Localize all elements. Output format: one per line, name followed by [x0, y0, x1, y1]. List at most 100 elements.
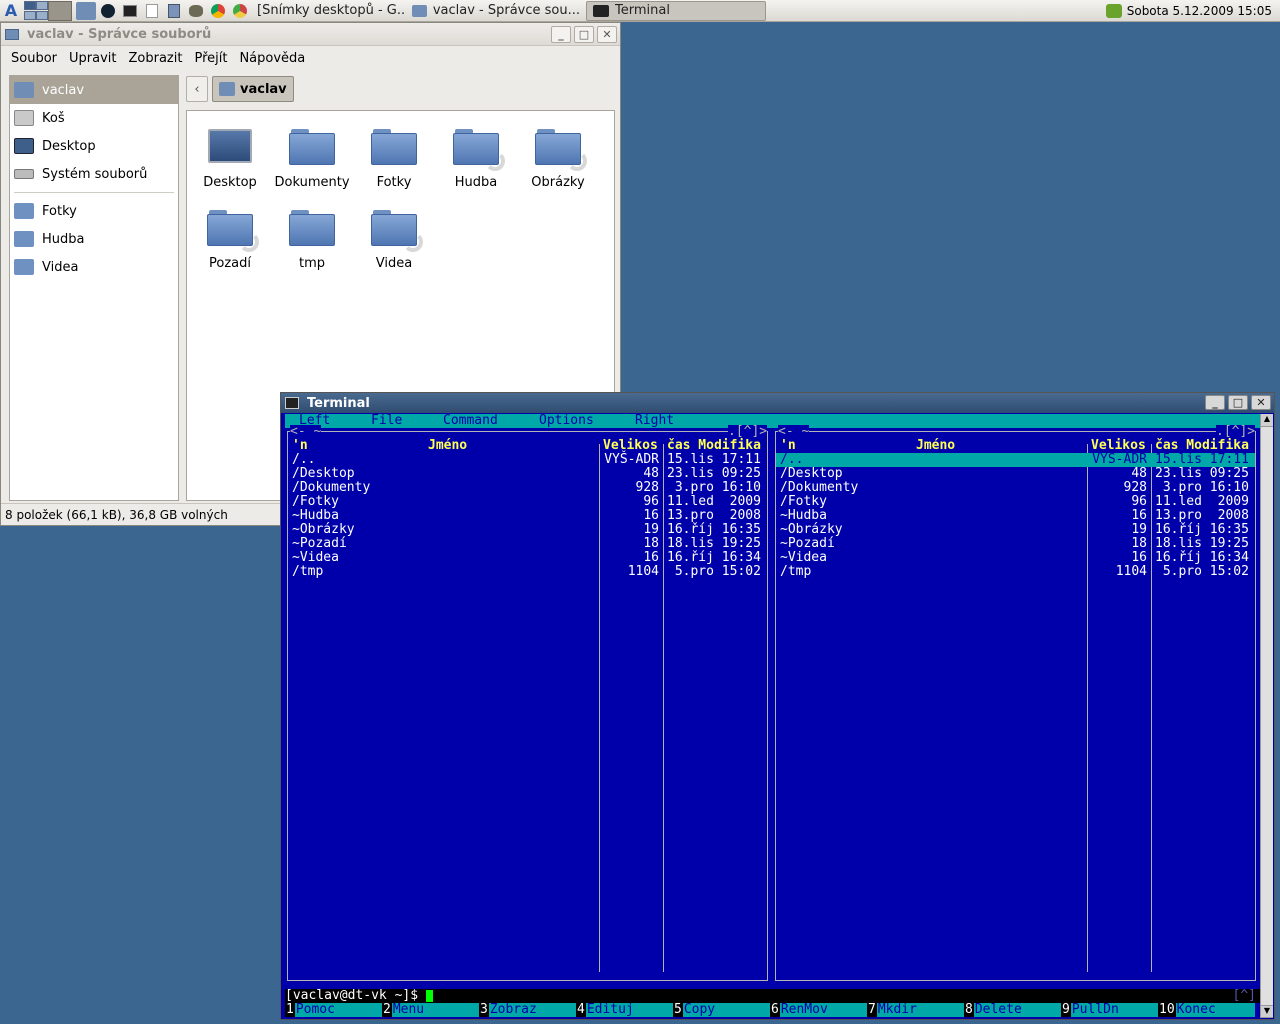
fkey-number: 9 [1061, 1002, 1071, 1017]
file-row[interactable]: /Dokumenty 928 3.pro 16:10 [776, 481, 1255, 495]
file-row[interactable]: /.. VYŠ-ADR 15.lis 17:11 [776, 453, 1255, 467]
file-time: 18.lis 19:25 [667, 536, 761, 551]
launcher-calculator-icon[interactable] [164, 2, 184, 20]
file-row[interactable]: ~Obrázky 19 16.říj 16:35 [776, 523, 1255, 537]
header-name[interactable]: Jméno [428, 439, 467, 453]
scroll-up-arrow[interactable]: ▲ [1261, 414, 1273, 427]
terminal-screen[interactable]: Left File Command Options Right <- ~ .[^… [285, 414, 1260, 1018]
sidebar-item-videa[interactable]: Videa [10, 253, 178, 281]
file-row[interactable]: /Desktop 48 23.lis 09:25 [288, 467, 767, 481]
fkey-2[interactable]: 2 Menu [382, 1003, 479, 1017]
scrollbar[interactable]: ▲ ▼ [1260, 414, 1273, 1018]
launcher-gimp-icon[interactable] [186, 2, 206, 20]
launcher-chrome-icon[interactable] [208, 2, 228, 20]
mc-menu-command[interactable]: Command [443, 414, 539, 428]
fkey-7[interactable]: 7 Mkdir [867, 1003, 964, 1017]
file-item-tmp[interactable]: tmp [271, 210, 353, 271]
task-screenshots[interactable]: [Snímky desktopů - G... [251, 1, 406, 21]
menu-upravit[interactable]: Upravit [69, 51, 116, 66]
menu-soubor[interactable]: Soubor [11, 51, 57, 66]
file-row[interactable]: /Fotky 96 11.led 2009 [776, 495, 1255, 509]
file-size: 16 [643, 508, 659, 523]
sidebar-item-filesystem[interactable]: Systém souborů [10, 160, 178, 188]
file-row[interactable]: /Desktop 48 23.lis 09:25 [776, 467, 1255, 481]
task-terminal[interactable]: Terminal [586, 0, 766, 21]
file-row[interactable]: ~Hudba 16 13.pro 2008 [776, 509, 1255, 523]
sidebar-item-home[interactable]: vaclav [10, 76, 178, 104]
close-button[interactable]: ✕ [1251, 395, 1271, 410]
file-item-desktop[interactable]: Desktop [189, 129, 271, 190]
launcher-browser-icon[interactable] [98, 2, 118, 20]
fkey-6[interactable]: 6 RenMov [770, 1003, 867, 1017]
file-item-pozadi[interactable]: Pozadí [189, 210, 271, 271]
file-row[interactable]: ~Pozadí 18 18.lis 19:25 [776, 537, 1255, 551]
menu-napoveda[interactable]: Nápověda [239, 51, 305, 66]
task-filemanager[interactable]: vaclav - Správce sou... [406, 1, 586, 21]
menu-prejit[interactable]: Přejít [194, 51, 227, 66]
header-time[interactable]: čas Modifika [1155, 439, 1249, 453]
header-name[interactable]: Jméno [916, 439, 955, 453]
file-row[interactable]: /tmp 1104 5.pro 15:02 [288, 565, 767, 579]
file-row[interactable]: ~Videa 16 16.říj 16:34 [776, 551, 1255, 565]
fkey-10[interactable]: 10 Konec [1158, 1003, 1255, 1017]
file-item-obrazky[interactable]: Obrázky [517, 129, 599, 190]
file-row[interactable]: /Dokumenty 928 3.pro 16:10 [288, 481, 767, 495]
window-titlebar[interactable]: vaclav - Správce souborů _ □ ✕ [1, 23, 620, 46]
breadcrumb-home[interactable]: vaclav [212, 76, 294, 102]
mc-menu-options[interactable]: Options [539, 414, 635, 428]
file-row[interactable]: ~Obrázky 19 16.říj 16:35 [288, 523, 767, 537]
workspace-2[interactable] [36, 0, 48, 10]
fkey-9[interactable]: 9 PullDn [1061, 1003, 1158, 1017]
fkey-3[interactable]: 3 Zobraz [479, 1003, 576, 1017]
sidebar-item-hudba[interactable]: Hudba [10, 225, 178, 253]
workspace-1[interactable] [24, 0, 36, 10]
file-item-hudba[interactable]: Hudba [435, 129, 517, 190]
file-row[interactable]: ~Hudba 16 13.pro 2008 [288, 509, 767, 523]
mc-menu-right[interactable]: Right [635, 414, 707, 428]
header-time[interactable]: čas Modifika [667, 439, 761, 453]
scroll-down-arrow[interactable]: ▼ [1261, 1005, 1273, 1018]
workspace-4[interactable] [36, 10, 48, 20]
file-row[interactable]: ~Pozadí 18 18.lis 19:25 [288, 537, 767, 551]
workspace-3[interactable] [24, 10, 36, 20]
workspace-switcher[interactable] [24, 0, 72, 21]
launcher-terminal-icon[interactable] [120, 2, 140, 20]
fkey-5[interactable]: 5 Copy [673, 1003, 770, 1017]
file-row[interactable]: /.. VYŠ-ADR 15.lis 17:11 [288, 453, 767, 467]
file-item-videa[interactable]: Videa [353, 210, 435, 271]
sidebar-item-fotky[interactable]: Fotky [10, 197, 178, 225]
network-icon[interactable] [1105, 4, 1122, 18]
launcher-desktop-icon[interactable] [76, 1, 96, 20]
sidebar-item-desktop[interactable]: Desktop [10, 132, 178, 160]
file-row[interactable]: /tmp 1104 5.pro 15:02 [776, 565, 1255, 579]
fkey-8[interactable]: 8 Delete [964, 1003, 1061, 1017]
sidebar-item-trash[interactable]: Koš [10, 104, 178, 132]
file-row[interactable]: ~Videa 16 16.říj 16:34 [288, 551, 767, 565]
file-item-dokumenty[interactable]: Dokumenty [271, 129, 353, 190]
header-size[interactable]: Velikos [1091, 439, 1146, 453]
file-time: 13.pro 2008 [1155, 508, 1249, 523]
prompt-history-marker[interactable]: [^] [1233, 989, 1256, 1003]
launcher-editor-icon[interactable] [142, 2, 162, 20]
mc-left-panel[interactable]: <- ~ .[^]> 'n Jméno Velikos čas Modifika… [287, 425, 768, 981]
window-titlebar[interactable]: Terminal _ □ ✕ [281, 393, 1274, 413]
fkey-4[interactable]: 4 Edituj [576, 1003, 673, 1017]
clock[interactable]: Sobota 5.12.2009 15:05 [1127, 4, 1272, 18]
mc-menu-file[interactable]: File [371, 414, 443, 428]
fkey-1[interactable]: 1 Pomoc [285, 1003, 382, 1017]
path-back-button[interactable]: ‹ [186, 76, 208, 102]
header-size[interactable]: Velikos [603, 439, 658, 453]
mc-right-panel[interactable]: <- ~ .[^]> 'n Jméno Velikos čas Modifika… [775, 425, 1256, 981]
file-row[interactable]: /Fotky 96 11.led 2009 [288, 495, 767, 509]
minimize-button[interactable]: _ [551, 26, 571, 43]
app-menu-icon[interactable]: A [1, 1, 21, 20]
shell-prompt[interactable]: [vaclav@dt-vk ~]$ [^] [285, 989, 1260, 1003]
workspace-active[interactable] [48, 0, 72, 21]
minimize-button[interactable]: _ [1205, 395, 1225, 410]
maximize-button[interactable]: □ [574, 26, 594, 43]
file-item-fotky[interactable]: Fotky [353, 129, 435, 190]
menu-zobrazit[interactable]: Zobrazit [128, 51, 182, 66]
maximize-button[interactable]: □ [1228, 395, 1248, 410]
launcher-chromium-icon[interactable] [230, 2, 250, 20]
close-button[interactable]: ✕ [597, 26, 617, 43]
